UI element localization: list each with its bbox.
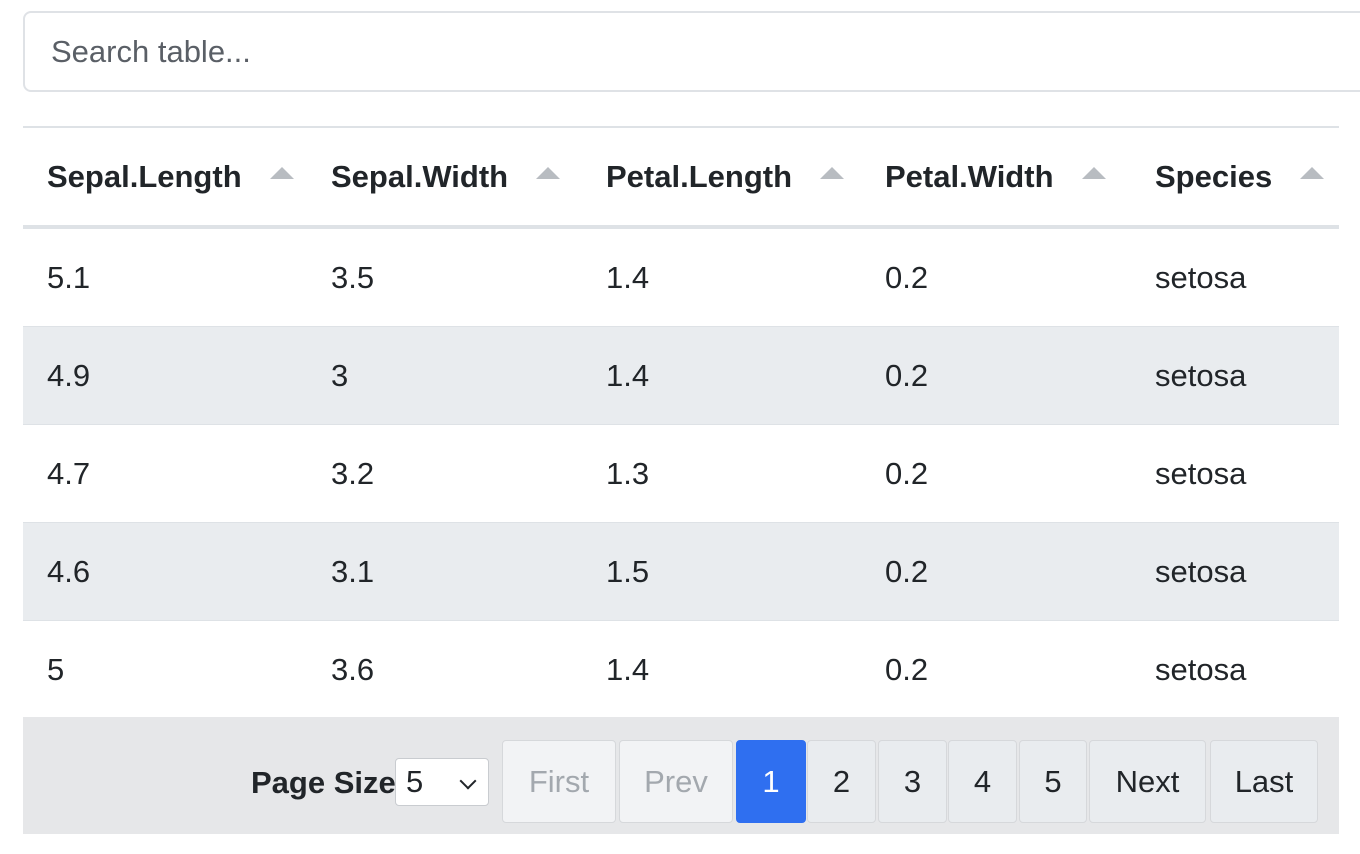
sort-up-icon — [536, 166, 561, 179]
next-page-button[interactable]: Next — [1089, 740, 1206, 823]
page-2-button[interactable]: 2 — [807, 740, 876, 823]
table-cell: 1.4 — [606, 651, 650, 687]
table-cell: setosa — [1155, 651, 1247, 687]
page-size-select[interactable]: 5 — [395, 758, 489, 806]
table-cell: setosa — [1131, 227, 1339, 327]
sort-up-icon — [820, 166, 845, 179]
table-cell: 4.7 — [23, 424, 307, 523]
table-cell: 4.9 — [23, 326, 307, 425]
sort-up-icon — [269, 166, 294, 179]
column-header-petal-width[interactable]: Petal.Width — [861, 126, 1131, 229]
data-table-container: Sepal.Length Sepal.Width Petal.Length Pe… — [23, 126, 1339, 718]
table-cell: 3 — [307, 326, 582, 425]
column-header-label: Sepal.Width — [331, 158, 509, 194]
table-cell: 3.6 — [331, 651, 375, 687]
table-cell: 0.2 — [885, 651, 929, 687]
table-cell: 1.3 — [582, 424, 861, 523]
table-cell: 3.1 — [307, 522, 582, 621]
page-size-value: 5 — [406, 764, 424, 799]
pagination-footer: Page Size 5 First Prev 1 2 3 4 5 Next La… — [23, 717, 1339, 834]
table-row: 4.6 3.1 1.5 0.2 setosa — [23, 522, 1339, 621]
last-page-button[interactable]: Last — [1210, 740, 1318, 823]
column-header-petal-length[interactable]: Petal.Length — [582, 126, 861, 229]
search-input[interactable] — [23, 11, 1360, 92]
page-3-button[interactable]: 3 — [878, 740, 947, 823]
table-row: 4.7 3.2 1.3 0.2 setosa — [23, 424, 1339, 523]
data-table: Sepal.Length Sepal.Width Petal.Length Pe… — [23, 126, 1339, 718]
column-header-sepal-length[interactable]: Sepal.Length — [23, 126, 307, 229]
page-size-label: Page Size — [251, 765, 396, 800]
column-header-label: Petal.Length — [606, 158, 793, 194]
column-header-label: Sepal.Length — [47, 158, 242, 194]
table-row: 4.9 3 1.4 0.2 setosa — [23, 326, 1339, 425]
table-row: 5 3.6 1.4 0.2 setosa — [23, 621, 1339, 719]
table-cell: setosa — [1131, 326, 1339, 425]
table-cell: 0.2 — [861, 522, 1131, 621]
table-row: 5.1 3.5 1.4 0.2 setosa — [23, 227, 1339, 327]
page-1-button[interactable]: 1 — [736, 740, 806, 823]
table-cell: 0.2 — [861, 424, 1131, 523]
table-cell: setosa — [1131, 522, 1339, 621]
table-cell: 1.4 — [582, 227, 861, 327]
column-header-label: Petal.Width — [885, 158, 1054, 194]
sort-up-icon — [1081, 166, 1106, 179]
first-page-button[interactable]: First — [502, 740, 616, 823]
table-cell: 3.5 — [307, 227, 582, 327]
search-container — [23, 11, 1360, 92]
page-5-button[interactable]: 5 — [1019, 740, 1087, 823]
table-cell: setosa — [1131, 424, 1339, 523]
table-cell: 1.5 — [582, 522, 861, 621]
table-cell: 4.6 — [23, 522, 307, 621]
table-cell: 5 — [47, 651, 65, 687]
page-4-button[interactable]: 4 — [948, 740, 1017, 823]
column-header-sepal-width[interactable]: Sepal.Width — [307, 126, 582, 229]
table-cell: 5.1 — [23, 227, 307, 327]
column-header-species[interactable]: Species — [1131, 126, 1339, 229]
table-cell: 1.4 — [582, 326, 861, 425]
table-cell: 0.2 — [861, 227, 1131, 327]
chevron-down-icon — [459, 772, 477, 790]
table-cell: 3.2 — [307, 424, 582, 523]
column-header-label: Species — [1155, 158, 1273, 194]
prev-page-button[interactable]: Prev — [619, 740, 733, 823]
sort-up-icon — [1300, 166, 1325, 179]
table-cell: 0.2 — [861, 326, 1131, 425]
table-header-row: Sepal.Length Sepal.Width Petal.Length Pe… — [23, 126, 1339, 229]
